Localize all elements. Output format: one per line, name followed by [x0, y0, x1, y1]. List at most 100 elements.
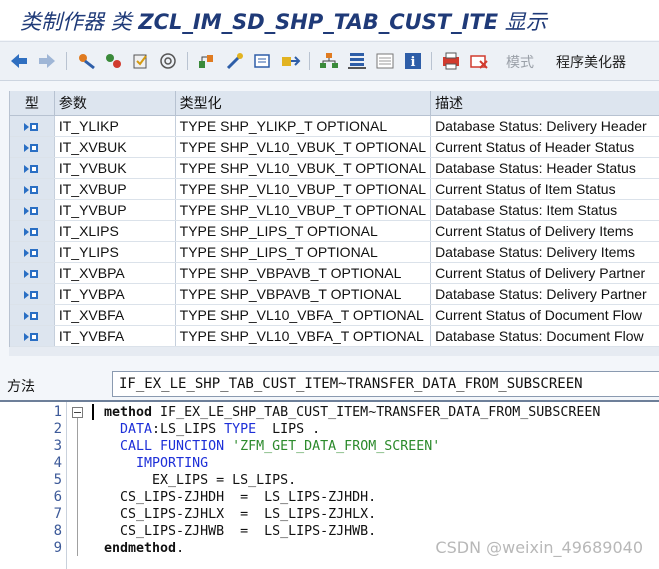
importing-parameter-icon: [24, 269, 39, 280]
parameter-description-cell[interactable]: Database Status: Header Status: [430, 157, 659, 179]
parameter-description-cell[interactable]: Database Status: Delivery Items: [430, 241, 659, 263]
object-list-icon[interactable]: [197, 51, 217, 71]
parameter-description-cell[interactable]: Current Status of Header Status: [430, 136, 659, 158]
line-number-gutter: 123456789: [0, 402, 67, 569]
parameter-kind-cell[interactable]: [10, 220, 55, 242]
parameter-kind-cell[interactable]: [10, 304, 55, 326]
navigate-icon[interactable]: [225, 51, 245, 71]
parameter-name-cell[interactable]: IT_YVBPA: [54, 283, 176, 305]
table-row[interactable]: IT_XVBFA TYPE SHP_VL10_VBFA_T OPTIONAL Cur…: [10, 304, 659, 326]
list-icon[interactable]: [375, 51, 395, 71]
parameter-kind-cell[interactable]: [10, 115, 55, 137]
code-text: .: [176, 541, 185, 556]
code-line[interactable]: endmethod.: [104, 540, 184, 557]
parameter-description-cell[interactable]: Database Status: Delivery Partner: [430, 283, 659, 305]
parameter-description-cell[interactable]: Current Status of Delivery Partner: [430, 262, 659, 284]
parameter-description-cell[interactable]: Database Status: Document Flow: [430, 325, 659, 347]
parameter-kind-cell[interactable]: [10, 262, 55, 284]
parameter-typing-cell[interactable]: TYPE SHP_VL10_VBUK_T OPTIONAL: [175, 157, 432, 179]
line-number: 8: [53, 523, 62, 539]
activate-icon[interactable]: [131, 51, 151, 71]
code-text: :LS_LIPS: [152, 422, 225, 437]
info-icon[interactable]: i: [403, 51, 423, 71]
parameter-name-cell[interactable]: IT_YLIPS: [54, 241, 176, 263]
code-line[interactable]: EX_LIPS = LS_LIPS.: [104, 472, 296, 489]
table-row[interactable]: IT_XLIPS TYPE SHP_LIPS_T OPTIONAL Current …: [10, 220, 659, 242]
parameter-typing-cell[interactable]: TYPE SHP_VL10_VBUP_T OPTIONAL: [175, 199, 432, 221]
parameter-typing-cell[interactable]: TYPE SHP_LIPS_T OPTIONAL: [175, 220, 432, 242]
table-row[interactable]: IT_YVBUK TYPE SHP_VL10_VBUK_T OPTIONAL Dat…: [10, 157, 659, 179]
print-icon[interactable]: [441, 51, 461, 71]
table-row[interactable]: IT_YLIKP TYPE SHP_YLIKP_T OPTIONAL Databas…: [10, 115, 659, 137]
parameter-typing-cell[interactable]: TYPE SHP_VL10_VBUK_T OPTIONAL: [175, 136, 432, 158]
code-line[interactable]: IMPORTING: [104, 455, 208, 472]
where-used-icon[interactable]: [159, 51, 179, 71]
hierarchy-icon[interactable]: [319, 51, 339, 71]
parameter-description-cell[interactable]: Database Status: Delivery Header: [430, 115, 659, 137]
parameter-kind-cell[interactable]: [10, 136, 55, 158]
column-header-typing[interactable]: 类型化: [175, 91, 432, 116]
parameter-typing-cell[interactable]: TYPE SHP_VBPAVB_T OPTIONAL: [175, 262, 432, 284]
pretty-printer-button[interactable]: 程序美化器: [556, 52, 626, 72]
table-row[interactable]: IT_XVBUP TYPE SHP_VL10_VBUP_T OPTIONAL Cur…: [10, 178, 659, 200]
code-keyword: TYPE: [224, 422, 257, 437]
code-line[interactable]: CS_LIPS-ZJHLX = LS_LIPS-ZJHLX.: [104, 506, 376, 523]
column-header-description[interactable]: 描述: [430, 91, 659, 116]
line-number: 3: [53, 438, 62, 454]
parameter-kind-cell[interactable]: [10, 157, 55, 179]
parameter-name-cell[interactable]: IT_XVBFA: [54, 304, 176, 326]
fold-collapse-icon[interactable]: [72, 407, 83, 418]
pattern-button[interactable]: 模式: [506, 52, 534, 72]
other-object-icon[interactable]: [77, 51, 97, 71]
column-header-parameter[interactable]: 参数: [54, 91, 176, 116]
code-line[interactable]: method IF_EX_LE_SHP_TAB_CUST_ITEM~TRANSF…: [104, 404, 600, 421]
enhance-icon[interactable]: [281, 51, 301, 71]
parameter-name-cell[interactable]: IT_YLIKP: [54, 115, 176, 137]
parameter-kind-cell[interactable]: [10, 325, 55, 347]
parameter-description-cell[interactable]: Current Status of Document Flow: [430, 304, 659, 326]
table-row[interactable]: IT_YVBUP TYPE SHP_VL10_VBUP_T OPTIONAL Dat…: [10, 199, 659, 221]
table-row[interactable]: IT_XVBPA TYPE SHP_VBPAVB_T OPTIONAL Curren…: [10, 262, 659, 284]
parameter-name-cell[interactable]: IT_XVBPA: [54, 262, 176, 284]
parameter-name-cell[interactable]: IT_XLIPS: [54, 220, 176, 242]
toolbar-separator: [309, 52, 310, 70]
table-row[interactable]: IT_YVBPA TYPE SHP_VBPAVB_T OPTIONAL Databa…: [10, 283, 659, 305]
parameter-typing-cell[interactable]: TYPE SHP_LIPS_T OPTIONAL: [175, 241, 432, 263]
table-row[interactable]: IT_XVBUK TYPE SHP_VL10_VBUK_T OPTIONAL Cur…: [10, 136, 659, 158]
parameter-typing-cell[interactable]: TYPE SHP_YLIKP_T OPTIONAL: [175, 115, 432, 137]
code-line[interactable]: CS_LIPS-ZJHDH = LS_LIPS-ZJHDH.: [104, 489, 376, 506]
parameter-description-cell[interactable]: Current Status of Item Status: [430, 178, 659, 200]
toolbar-separator: [66, 52, 67, 70]
parameter-kind-cell[interactable]: [10, 178, 55, 200]
display-object-icon[interactable]: [253, 51, 273, 71]
parameter-name-cell[interactable]: IT_YVBUK: [54, 157, 176, 179]
parameter-name-cell[interactable]: IT_YVBFA: [54, 325, 176, 347]
parameter-name-cell[interactable]: IT_XVBUK: [54, 136, 176, 158]
back-icon[interactable]: [9, 51, 29, 71]
forward-icon[interactable]: [37, 51, 57, 71]
parameter-typing-cell[interactable]: TYPE SHP_VL10_VBFA_T OPTIONAL: [175, 304, 432, 326]
parameter-kind-cell[interactable]: [10, 283, 55, 305]
parameter-typing-cell[interactable]: TYPE SHP_VL10_VBUP_T OPTIONAL: [175, 178, 432, 200]
code-line[interactable]: CALL FUNCTION 'ZFM_GET_DATA_FROM_SCREEN': [104, 438, 440, 455]
parameter-name-cell[interactable]: IT_XVBUP: [54, 178, 176, 200]
parameter-description-cell[interactable]: Current Status of Delivery Items: [430, 220, 659, 242]
parameter-kind-cell[interactable]: [10, 199, 55, 221]
toggle-change-icon[interactable]: [104, 51, 124, 71]
code-line[interactable]: DATA:LS_LIPS TYPE LIPS .: [104, 421, 320, 438]
title-prefix: 类制作器 类: [20, 10, 132, 34]
stack-icon[interactable]: [347, 51, 367, 71]
parameter-kind-cell[interactable]: [10, 241, 55, 263]
table-row[interactable]: IT_YVBFA TYPE SHP_VL10_VBFA_T OPTIONAL Dat…: [10, 325, 659, 347]
code-line[interactable]: CS_LIPS-ZJHWB = LS_LIPS-ZJHWB.: [104, 523, 376, 540]
column-header-kind[interactable]: 型: [10, 91, 55, 116]
method-name-field[interactable]: IF_EX_LE_SHP_TAB_CUST_ITEM~TRANSFER_DATA…: [112, 371, 659, 397]
parameter-typing-cell[interactable]: TYPE SHP_VL10_VBFA_T OPTIONAL: [175, 325, 432, 347]
code-keyword: endmethod: [104, 541, 177, 556]
parameter-description-cell[interactable]: Database Status: Item Status: [430, 199, 659, 221]
delete-icon[interactable]: [469, 51, 489, 71]
parameter-name-cell[interactable]: IT_YVBUP: [54, 199, 176, 221]
table-horizontal-scrollbar[interactable]: [9, 347, 659, 356]
parameter-typing-cell[interactable]: TYPE SHP_VBPAVB_T OPTIONAL: [175, 283, 432, 305]
table-row[interactable]: IT_YLIPS TYPE SHP_LIPS_T OPTIONAL Database…: [10, 241, 659, 263]
